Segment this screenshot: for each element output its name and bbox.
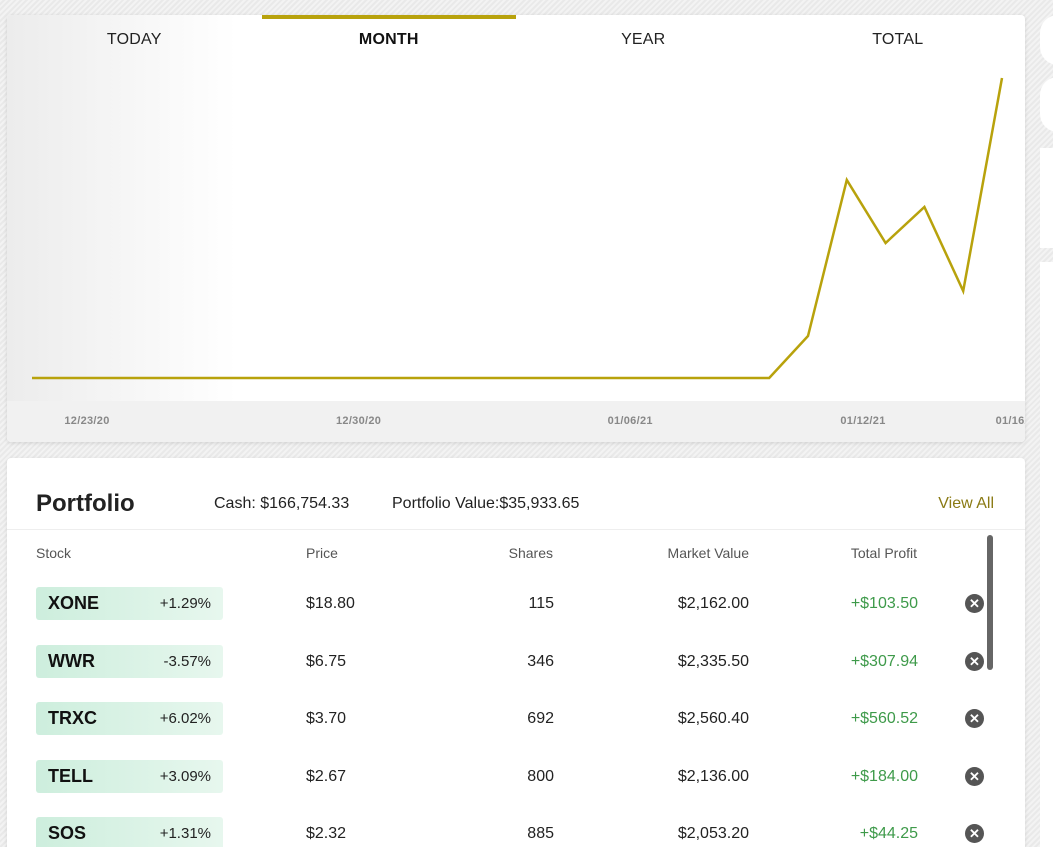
- portfolio-value: Portfolio Value:$35,933.65: [392, 495, 580, 512]
- x-tick-label: 12/30/20: [335, 415, 382, 427]
- performance-chart-card: TODAY MONTH YEAR TOTAL 12/23/20 12/30/20 0…: [7, 15, 1025, 442]
- stock-shares: 800: [527, 768, 554, 785]
- x-axis: 12/23/20 12/30/20 01/06/21 01/12/21 01/16/21: [7, 401, 1025, 442]
- edge-panel-lower: [1040, 262, 1053, 847]
- stock-shares: 115: [528, 595, 554, 612]
- tab-total-label: TOTAL: [872, 31, 924, 48]
- stock-price: $3.70: [306, 710, 347, 727]
- close-circle-icon[interactable]: ✕: [965, 594, 984, 613]
- stock-shares: 346: [527, 653, 554, 670]
- stock-total-profit: +$307.94: [850, 653, 918, 670]
- stock-total-profit: +$44.25: [859, 825, 918, 842]
- stock-symbol: SOS: [48, 823, 87, 843]
- table-row[interactable]: TELL +3.09% $2.67 800 $2,136.00 +$184.00 ✕: [7, 760, 1007, 800]
- table-row[interactable]: XONE +1.29% $18.80 115 $2,162.00 +$103.50 ✕: [7, 587, 1007, 627]
- tab-month-label: MONTH: [358, 31, 419, 48]
- stock-symbol: TELL: [48, 766, 93, 786]
- tab-year[interactable]: YEAR: [516, 15, 771, 63]
- stock-pill[interactable]: TELL +3.09%: [36, 760, 223, 793]
- tab-today[interactable]: TODAY: [7, 15, 262, 63]
- close-circle-icon[interactable]: ✕: [965, 824, 984, 843]
- x-tick-label: 12/23/20: [64, 415, 110, 427]
- table-row[interactable]: WWR -3.57% $6.75 346 $2,335.50 +$307.94 ✕: [7, 645, 1007, 685]
- x-tick-label: 01/16/21: [995, 415, 1025, 427]
- stock-total-profit: +$103.50: [850, 595, 918, 612]
- portfolio-header: Portfolio Cash: $166,754.33 Portfolio Va…: [7, 458, 1025, 530]
- x-tick-label: 01/06/21: [607, 415, 653, 427]
- stock-change: +1.29%: [159, 595, 211, 612]
- stock-price: $18.80: [306, 595, 355, 612]
- stock-shares: 885: [527, 825, 554, 842]
- stock-change: +1.31%: [159, 825, 211, 842]
- close-circle-icon[interactable]: ✕: [965, 709, 984, 728]
- stock-pill[interactable]: TRXC +6.02%: [36, 702, 223, 735]
- stock-market-value: $2,560.40: [677, 710, 749, 727]
- stock-symbol: TRXC: [48, 708, 97, 728]
- stock-price: $2.32: [306, 825, 347, 842]
- x-tick-label: 01/12/21: [840, 415, 886, 427]
- table-row[interactable]: TRXC +6.02% $3.70 692 $2,560.40 +$560.52 ✕: [7, 702, 1007, 742]
- stock-change: +6.02%: [159, 710, 211, 727]
- tab-today-label: TODAY: [106, 31, 162, 48]
- stock-price: $2.67: [306, 768, 347, 785]
- range-tabs: TODAY MONTH YEAR TOTAL: [7, 15, 1025, 63]
- stock-price: $6.75: [306, 653, 347, 670]
- column-header-shares: Shares: [508, 545, 553, 561]
- stock-market-value: $2,053.20: [677, 825, 749, 842]
- stock-total-profit: +$560.52: [850, 710, 918, 727]
- close-circle-icon[interactable]: ✕: [965, 652, 984, 671]
- tab-year-label: YEAR: [621, 31, 666, 48]
- close-circle-icon[interactable]: ✕: [965, 767, 984, 786]
- stock-change: +3.09%: [159, 768, 211, 785]
- stock-symbol: XONE: [48, 593, 100, 613]
- edge-button-second[interactable]: [1040, 77, 1053, 132]
- view-all-link[interactable]: View All: [938, 495, 994, 513]
- stock-pill[interactable]: SOS +1.31%: [36, 817, 223, 847]
- stock-pill[interactable]: WWR -3.57%: [36, 645, 223, 678]
- column-header-price: Price: [306, 545, 338, 561]
- column-header-total-profit: Total Profit: [850, 545, 917, 561]
- portfolio-title: Portfolio: [36, 490, 135, 517]
- column-header-market-value: Market Value: [667, 545, 749, 561]
- stock-market-value: $2,162.00: [677, 595, 749, 612]
- stock-change: -3.57%: [163, 653, 211, 670]
- stock-market-value: $2,136.00: [677, 768, 749, 785]
- stock-total-profit: +$184.00: [850, 768, 918, 785]
- column-header-stock: Stock: [36, 545, 72, 561]
- stock-shares: 692: [527, 710, 554, 727]
- tab-month[interactable]: MONTH: [261, 15, 516, 63]
- cash-balance: Cash: $166,754.33: [214, 495, 350, 512]
- stock-pill[interactable]: XONE +1.29%: [36, 587, 223, 620]
- series-line: [32, 77, 1004, 380]
- table-row[interactable]: SOS +1.31% $2.32 885 $2,053.20 +$44.25 ✕: [7, 817, 1007, 847]
- edge-button-top[interactable]: [1040, 15, 1053, 65]
- stock-market-value: $2,335.50: [677, 653, 749, 670]
- edge-panel: [1040, 148, 1053, 248]
- stock-symbol: WWR: [48, 651, 95, 671]
- line-chart: [32, 77, 1004, 380]
- portfolio-card: Portfolio Cash: $166,754.33 Portfolio Va…: [7, 458, 1025, 847]
- tab-total[interactable]: TOTAL: [771, 15, 1026, 63]
